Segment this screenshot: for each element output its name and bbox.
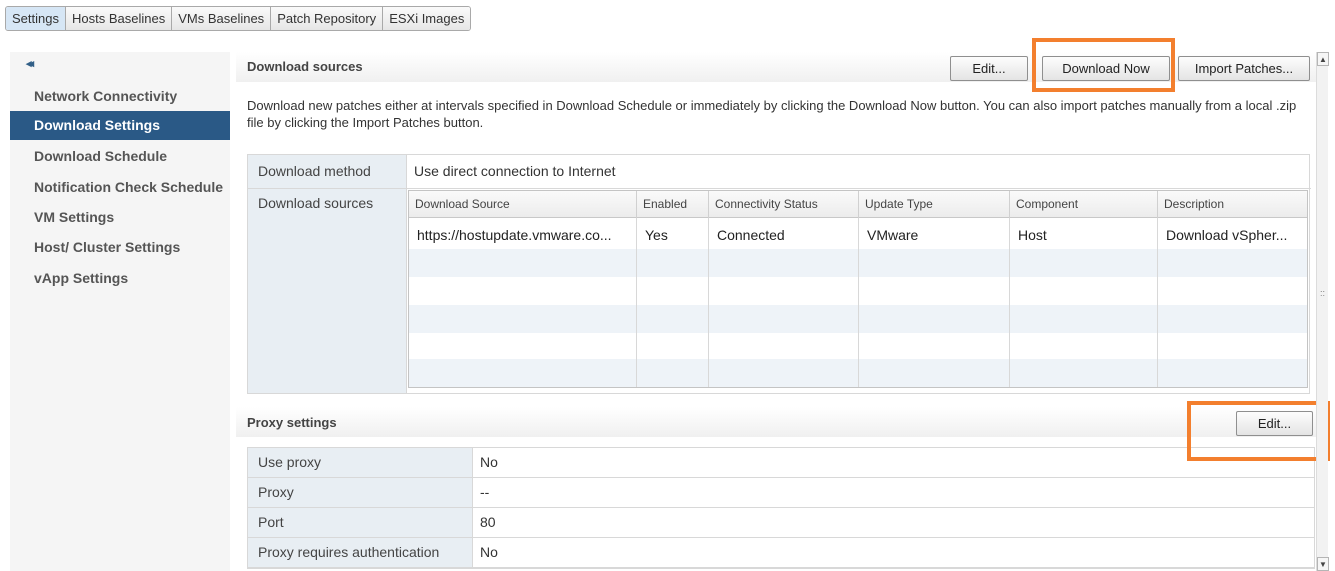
scroll-grip-icon[interactable]: :: <box>1320 288 1325 298</box>
tab-settings[interactable]: Settings <box>6 7 66 30</box>
row-divider <box>248 188 1311 189</box>
sidebar-item-network-connectivity[interactable]: Network Connectivity <box>10 82 230 111</box>
proxy-label: Proxy <box>248 478 473 507</box>
tab-vms-baselines[interactable]: VMs Baselines <box>172 7 272 30</box>
download-description: Download new patches either at intervals… <box>247 98 1297 130</box>
download-sources-label: Download sources <box>248 189 407 393</box>
cell-download-source: https://hostupdate.vmware.co... <box>417 227 612 243</box>
tab-esxi-images[interactable]: ESXi Images <box>383 7 471 30</box>
proxy-value: -- <box>480 484 490 500</box>
cell-enabled: Yes <box>645 227 668 243</box>
proxy-row: Proxy requires authentication No <box>248 538 1314 568</box>
main-scrollbar[interactable]: ▲ :: ▼ <box>1316 52 1329 571</box>
grid-column-divider <box>858 191 859 387</box>
scroll-down-icon[interactable]: ▼ <box>1317 557 1329 571</box>
grid-column-divider <box>636 191 637 387</box>
proxy-row: Use proxy No <box>248 448 1314 478</box>
sidebar-item-vm-settings[interactable]: VM Settings <box>10 203 230 232</box>
proxy-settings-header: Proxy settings Edit... <box>236 407 1316 437</box>
settings-sidebar: ◂◂ Network Connectivity Download Setting… <box>10 52 230 571</box>
proxy-settings-title: Proxy settings <box>247 415 337 430</box>
cell-update-type: VMware <box>867 227 919 243</box>
top-tab-bar: Settings Hosts Baselines VMs Baselines P… <box>5 6 472 31</box>
tab-patch-repository[interactable]: Patch Repository <box>271 7 384 30</box>
column-header-connectivity-status[interactable]: Connectivity Status <box>709 191 859 218</box>
tab-hosts-baselines[interactable]: Hosts Baselines <box>65 7 173 30</box>
sidebar-item-download-schedule[interactable]: Download Schedule <box>10 142 230 171</box>
download-sources-title: Download sources <box>247 59 363 74</box>
proxy-row: Proxy -- <box>248 478 1314 508</box>
sidebar-item-notification-check-schedule[interactable]: Notification Check Schedule <box>10 173 230 202</box>
column-header-download-source[interactable]: Download Source <box>409 191 637 218</box>
download-sources-grid: Download Source Enabled Connectivity Sta… <box>408 190 1308 388</box>
proxy-auth-label: Proxy requires authentication <box>248 538 473 567</box>
use-proxy-value: No <box>480 454 498 470</box>
port-value: 80 <box>480 514 496 530</box>
sidebar-item-vapp-settings[interactable]: vApp Settings <box>10 264 230 293</box>
import-patches-button[interactable]: Import Patches... <box>1178 56 1310 81</box>
main-panel: Download sources Edit... Download Now Im… <box>236 52 1316 571</box>
download-sources-header: Download sources Edit... Download Now Im… <box>236 52 1316 82</box>
column-header-component[interactable]: Component <box>1010 191 1158 218</box>
cell-connectivity-status: Connected <box>717 227 785 243</box>
download-now-button[interactable]: Download Now <box>1042 56 1170 81</box>
grid-column-divider <box>1009 191 1010 387</box>
cell-description: Download vSpher... <box>1166 227 1288 243</box>
port-label: Port <box>248 508 473 537</box>
column-header-description[interactable]: Description <box>1158 191 1307 218</box>
use-proxy-label: Use proxy <box>248 448 473 477</box>
grid-column-divider <box>708 191 709 387</box>
proxy-row: Port 80 <box>248 508 1314 538</box>
edit-proxy-settings-button[interactable]: Edit... <box>1236 411 1313 436</box>
edit-download-sources-button[interactable]: Edit... <box>950 56 1028 81</box>
cell-component: Host <box>1018 227 1047 243</box>
column-header-update-type[interactable]: Update Type <box>859 191 1010 218</box>
download-method-label: Download method <box>248 155 407 188</box>
collapse-sidebar-icon[interactable]: ◂◂ <box>26 57 34 70</box>
proxy-auth-value: No <box>480 544 498 560</box>
proxy-settings-table: Use proxy No Proxy -- Port 80 Proxy requ… <box>247 447 1315 569</box>
sidebar-item-host-cluster-settings[interactable]: Host/ Cluster Settings <box>10 233 230 262</box>
download-method-value: Use direct connection to Internet <box>414 163 616 179</box>
grid-column-divider <box>1157 191 1158 387</box>
scroll-up-icon[interactable]: ▲ <box>1317 52 1329 66</box>
column-header-enabled[interactable]: Enabled <box>637 191 709 218</box>
sidebar-item-download-settings[interactable]: Download Settings <box>10 111 230 140</box>
grid-header: Download Source Enabled Connectivity Sta… <box>409 191 1307 218</box>
